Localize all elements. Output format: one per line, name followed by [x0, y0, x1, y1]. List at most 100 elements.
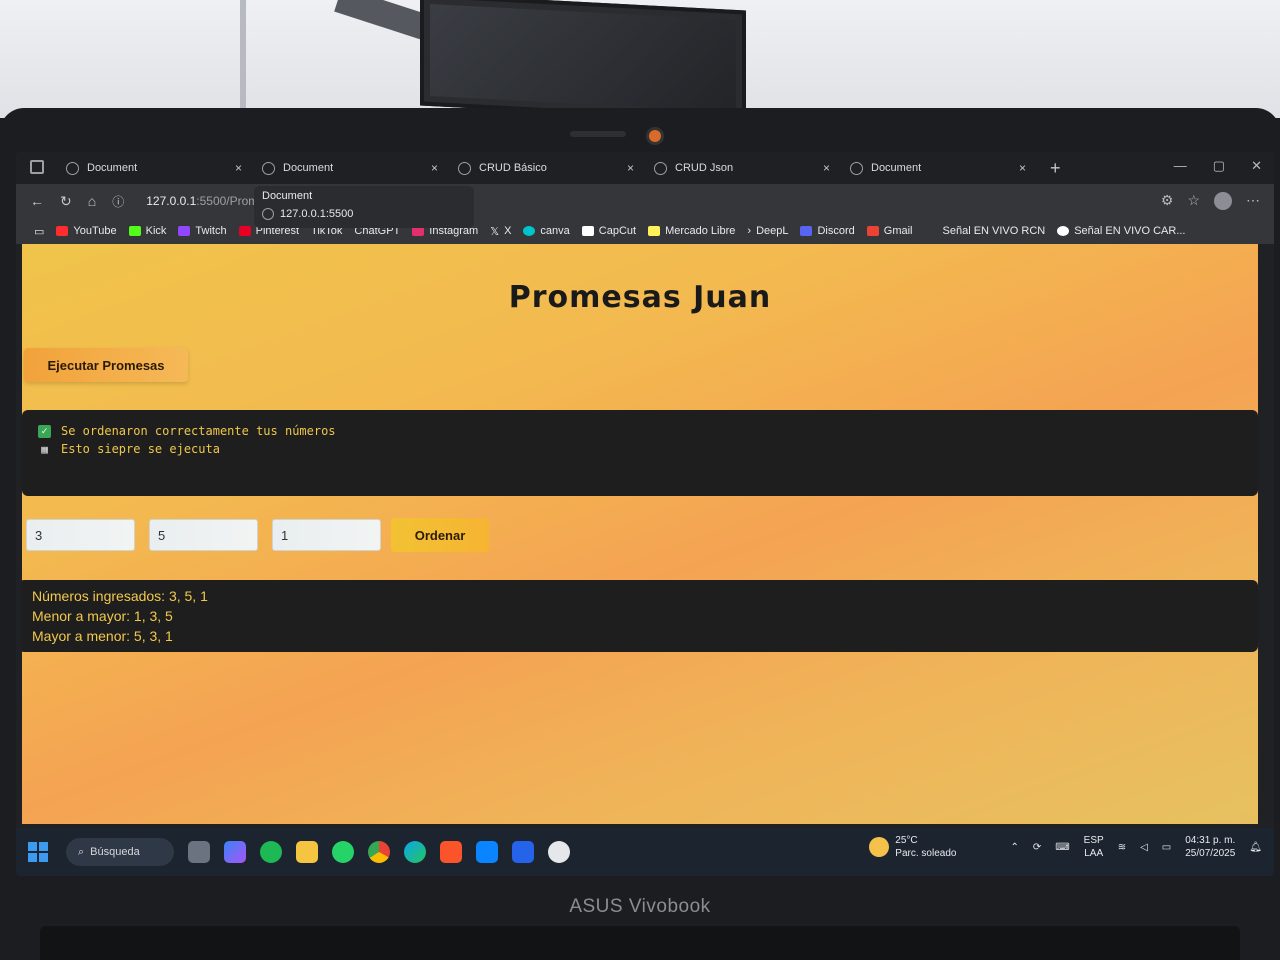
bookmark-capcut[interactable]: CapCut [581, 225, 637, 237]
bookmark-senal-car[interactable]: Señal EN VIVO CAR... [1057, 225, 1185, 237]
tab-label: Document [87, 162, 138, 174]
extensions-icon[interactable]: ⚙ [1161, 192, 1174, 210]
battery-icon[interactable]: ▭ [1162, 842, 1171, 853]
favorites-icon[interactable]: ☆ [1187, 192, 1200, 210]
sort-button[interactable]: Ordenar [391, 518, 489, 552]
address-bar[interactable]: 127.0.0.1:5500/Prom [146, 194, 258, 208]
mercado-libre-icon [648, 226, 661, 236]
close-icon[interactable]: × [235, 161, 242, 175]
bookmark-senal-rcn[interactable]: Señal EN VIVO RCN [943, 225, 1046, 237]
bookmark-mercado-libre[interactable]: Mercado Libre [648, 225, 735, 237]
background-monitor [420, 0, 746, 123]
tab-label: CRUD Básico [479, 162, 547, 174]
url-path: :5500/Prom [196, 194, 259, 208]
bookmark-label: Señal EN VIVO CAR... [1074, 225, 1186, 237]
number-input-3[interactable] [272, 519, 381, 551]
tab-crud-json[interactable]: CRUD Json × [644, 153, 840, 183]
clock[interactable]: 04:31 p. m. 25/07/2025 [1185, 834, 1235, 860]
window-controls: — ▢ ✕ [1174, 158, 1262, 174]
brave-icon[interactable] [440, 841, 462, 863]
twitch-icon [178, 226, 191, 236]
edge-icon[interactable] [404, 841, 426, 863]
results-panel: Números ingresados: 3, 5, 1 Menor a mayo… [22, 580, 1258, 652]
globe-icon [262, 161, 275, 175]
notifications-icon[interactable]: 🔔︎ [1249, 842, 1262, 853]
reload-icon[interactable]: ↻ [60, 193, 72, 210]
bookmark-youtube[interactable]: YouTube [56, 225, 117, 237]
tab-actions-icon[interactable] [30, 160, 44, 174]
console-output: ✓ Se ordenaron correctamente tus números … [22, 410, 1258, 496]
bookmark-discord[interactable]: Discord [800, 225, 855, 237]
reading-list-icon[interactable]: ▭ [34, 225, 44, 238]
weather-desc: Parc. soleado [895, 848, 957, 859]
windows-start-icon[interactable] [28, 842, 48, 862]
taskbar-search[interactable]: ⌕ Búsqueda [66, 838, 174, 866]
bookmark-x[interactable]: 𝕏X [490, 225, 511, 238]
copilot-icon[interactable] [224, 841, 246, 863]
close-icon[interactable]: × [1019, 161, 1026, 175]
bookmark-label: Mercado Libre [665, 225, 736, 237]
globe-icon [654, 161, 667, 175]
camera-slot [570, 131, 626, 137]
chevron-up-icon[interactable]: ⌃ [1010, 842, 1018, 853]
chrome-icon[interactable] [368, 841, 390, 863]
volume-icon[interactable]: ◁ [1140, 842, 1148, 853]
snipping-tool-icon[interactable] [512, 841, 534, 863]
laptop-brand: ASUS Vivobook [569, 896, 711, 917]
discord-icon [800, 226, 813, 236]
minimize-icon[interactable]: — [1174, 158, 1187, 174]
bookmark-label: Discord [817, 225, 855, 237]
search-label: Búsqueda [90, 846, 140, 858]
keyboard-icon[interactable]: ⌨ [1055, 842, 1069, 853]
whatsapp-icon[interactable] [332, 841, 354, 863]
more-menu-icon[interactable]: ⋯ [1246, 192, 1260, 210]
close-icon[interactable]: × [627, 161, 634, 175]
bookmark-label: X [504, 225, 512, 237]
sync-icon[interactable]: ⟳ [1033, 842, 1041, 853]
execute-promises-button[interactable]: Ejecutar Promesas [24, 348, 188, 382]
bookmark-gmail[interactable]: Gmail [866, 225, 913, 237]
globe-icon [850, 161, 863, 175]
close-icon[interactable]: × [823, 161, 830, 175]
globe-icon [1057, 226, 1070, 236]
language-indicator[interactable]: ESP LAA [1084, 834, 1104, 860]
bookmark-deepl[interactable]: › DeepL [747, 225, 788, 237]
check-icon: ✓ [38, 424, 51, 438]
number-inputs: Ordenar [26, 518, 489, 552]
system-tray: 25°C Parc. soleado ⌃ ⟳ ⌨ ESP LAA ≋ ◁ ▭ 0… [869, 834, 1262, 860]
task-view-icon[interactable] [188, 841, 210, 863]
wifi-icon[interactable]: ≋ [1118, 842, 1126, 853]
tab-label: Document [871, 162, 922, 174]
number-input-1[interactable] [26, 519, 135, 551]
chatgpt-icon[interactable] [548, 841, 570, 863]
bookmark-label: CapCut [598, 225, 637, 237]
deepl-icon: › [747, 225, 752, 237]
home-icon[interactable]: ⌂ [88, 193, 96, 209]
kick-icon [128, 226, 141, 236]
tab-crud-basico[interactable]: CRUD Básico × [448, 153, 644, 183]
vscode-icon[interactable] [476, 841, 498, 863]
number-input-2[interactable] [149, 519, 258, 551]
weather-widget[interactable]: 25°C Parc. soleado [869, 834, 956, 860]
spotify-icon[interactable] [260, 841, 282, 863]
bookmark-kick[interactable]: Kick [128, 225, 166, 237]
globe-icon [66, 161, 79, 175]
console-line: Se ordenaron correctamente tus números [61, 424, 336, 438]
bookmark-canva[interactable]: canva [523, 225, 570, 237]
file-explorer-icon[interactable] [296, 841, 318, 863]
close-window-icon[interactable]: ✕ [1251, 158, 1262, 174]
weather-temp: 25°C [895, 835, 918, 846]
maximize-icon[interactable]: ▢ [1213, 158, 1225, 174]
back-icon[interactable]: ← [30, 193, 44, 209]
site-info-icon[interactable]: ⓘ [112, 193, 124, 210]
bookmark-twitch[interactable]: Twitch [178, 225, 227, 237]
gmail-icon [866, 226, 879, 236]
profile-avatar[interactable] [1214, 192, 1232, 210]
tab-document-1[interactable]: Document × [56, 153, 252, 183]
bookmarks-bar: ▭ YouTube Kick Twitch Pinterest TikTok C… [16, 218, 1274, 244]
tab-document-2[interactable]: Document × [252, 153, 448, 183]
new-tab-button[interactable]: + [1050, 158, 1061, 179]
close-icon[interactable]: × [431, 161, 438, 175]
tab-document-3[interactable]: Document × [840, 153, 1036, 183]
bookmark-label: Gmail [883, 225, 913, 237]
